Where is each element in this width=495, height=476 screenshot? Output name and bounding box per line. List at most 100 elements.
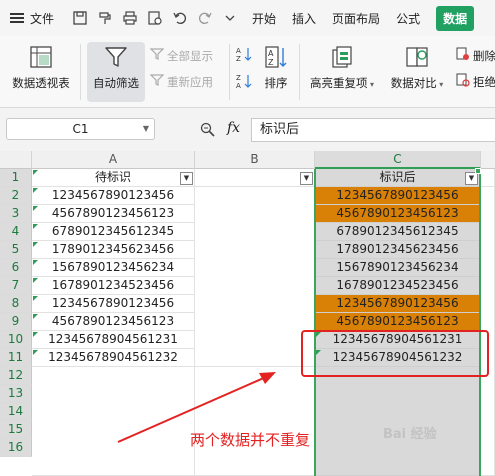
cell-a[interactable]: 12345678904561231 [32, 331, 195, 349]
sort-button[interactable]: AZ 排序 [258, 44, 294, 91]
cell-range-a-empty[interactable] [32, 367, 195, 476]
reapply-button[interactable]: 重新应用 [149, 73, 213, 90]
reject-duplicates-icon [456, 73, 470, 90]
cell-a[interactable]: 4567890123456123 [32, 205, 195, 223]
cell-range-b[interactable] [195, 187, 315, 367]
delete-label: 删除 [473, 48, 495, 63]
redo-icon[interactable] [197, 10, 213, 26]
cell-a[interactable]: 1234567890123456 [32, 187, 195, 205]
row-header[interactable]: 8 [0, 295, 32, 313]
row-header[interactable]: 4 [0, 223, 32, 241]
cell-range-b-empty[interactable] [195, 367, 315, 476]
pivot-table-icon [28, 44, 54, 70]
error-indicator-icon [33, 332, 38, 337]
auto-filter-label: 自动筛选 [93, 76, 139, 90]
row-header[interactable]: 9 [0, 313, 32, 331]
sort-ascending-icon[interactable]: AZ [236, 46, 252, 65]
cell-c[interactable]: 4567890123456123 [315, 313, 481, 331]
filter-dropdown-b[interactable]: ▼ [300, 172, 313, 185]
cell-b1[interactable] [195, 169, 315, 187]
cell-c[interactable]: 1234567890123456 [315, 187, 481, 205]
show-all-label: 全部显示 [167, 48, 213, 63]
cell-c[interactable]: 1678901234523456 [315, 277, 481, 295]
data-compare-button[interactable]: 数据对比 ▾ [384, 44, 450, 91]
row-header[interactable]: 5 [0, 241, 32, 259]
cell-d1[interactable] [481, 169, 495, 187]
spreadsheet-grid: A B C 1 2 3 4 5 6 7 8 9 10 11 12 13 14 1… [0, 151, 495, 476]
select-all-corner[interactable] [0, 151, 32, 169]
cell-c[interactable]: 6789012345612345 [315, 223, 481, 241]
row-header[interactable]: 11 [0, 349, 32, 367]
menu-page-layout[interactable]: 页面布局 [332, 10, 380, 27]
format-painter-icon[interactable] [97, 10, 113, 26]
pivot-table-button[interactable]: 数据透视表 [8, 44, 74, 91]
cell-c[interactable]: 12345678904561232 [315, 349, 481, 367]
error-indicator-icon [33, 260, 38, 265]
cell-a[interactable]: 1567890123456234 [32, 259, 195, 277]
row-header[interactable]: 1 [0, 169, 32, 187]
sort-descending-icon[interactable]: ZA [236, 73, 252, 92]
cell-a[interactable]: 12345678904561232 [32, 349, 195, 367]
highlight-duplicates-button[interactable]: 高亮重复项 ▾ [304, 44, 380, 91]
svg-text:A: A [236, 82, 241, 89]
row-header[interactable]: 15 [0, 421, 32, 439]
file-menu[interactable]: 文件 [30, 10, 54, 27]
column-header-d[interactable] [481, 151, 495, 169]
menu-icon[interactable] [10, 11, 24, 25]
cell-c[interactable]: 1567890123456234 [315, 259, 481, 277]
cell-a1[interactable]: 待标识 [32, 169, 195, 187]
zoom-icon[interactable] [200, 122, 215, 141]
row-header[interactable]: 13 [0, 385, 32, 403]
chevron-down-icon[interactable] [222, 10, 238, 26]
cell-c[interactable]: 4567890123456123 [315, 205, 481, 223]
name-box[interactable]: C1 ▼ [6, 118, 155, 140]
menu-formulas[interactable]: 公式 [396, 10, 420, 27]
print-icon[interactable] [122, 10, 138, 26]
row-header[interactable]: 7 [0, 277, 32, 295]
column-header-b[interactable]: B [195, 151, 315, 169]
show-all-button[interactable]: 全部显示 [149, 47, 213, 64]
menu-insert[interactable]: 插入 [292, 10, 316, 27]
cell-c[interactable]: 12345678904561231 [315, 331, 481, 349]
delete-duplicates-button[interactable]: 删除 [456, 47, 495, 64]
formula-input[interactable]: 标识后 [251, 118, 495, 142]
cell-a[interactable]: 1678901234523456 [32, 277, 195, 295]
reject-duplicates-button[interactable]: 拒绝 [456, 73, 495, 90]
cell-c[interactable]: 1234567890123456 [315, 295, 481, 313]
print-preview-icon[interactable] [147, 10, 163, 26]
menu-data[interactable]: 数据 [436, 5, 475, 31]
delete-duplicates-icon [456, 47, 470, 64]
row-header[interactable]: 6 [0, 259, 32, 277]
cell-reference: C1 [72, 122, 89, 136]
auto-filter-button[interactable]: 自动筛选 [87, 42, 145, 102]
cell-a[interactable]: 1789012345623456 [32, 241, 195, 259]
row-header[interactable]: 14 [0, 403, 32, 421]
row-header[interactable]: 16 [0, 439, 32, 457]
cell-range-c-empty[interactable] [315, 367, 481, 476]
sort-icon: AZ [263, 44, 289, 70]
sort-label: 排序 [264, 76, 288, 90]
cell-range-d[interactable] [481, 187, 495, 476]
cell-a[interactable]: 6789012345612345 [32, 223, 195, 241]
reapply-label: 重新应用 [167, 74, 213, 89]
filter-dropdown-a[interactable]: ▼ [180, 172, 193, 185]
cell-c[interactable]: 1789012345623456 [315, 241, 481, 259]
cell-a[interactable]: 1234567890123456 [32, 295, 195, 313]
error-indicator-icon [33, 278, 38, 283]
row-header[interactable]: 12 [0, 367, 32, 385]
undo-icon[interactable] [172, 10, 188, 26]
cell-a[interactable]: 4567890123456123 [32, 313, 195, 331]
chevron-down-icon[interactable]: ▼ [143, 119, 149, 139]
highlight-duplicates-icon [329, 44, 355, 70]
menu-home[interactable]: 开始 [252, 10, 276, 27]
row-header[interactable]: 2 [0, 187, 32, 205]
column-header-a[interactable]: A [32, 151, 195, 169]
save-icon[interactable] [72, 10, 88, 26]
fill-handle[interactable] [475, 168, 481, 174]
column-header-c[interactable]: C [315, 151, 481, 169]
function-icon[interactable]: fx [227, 120, 240, 136]
row-header[interactable]: 10 [0, 331, 32, 349]
formula-bar: C1 ▼ fx 标识后 [0, 108, 495, 148]
row-header[interactable]: 3 [0, 205, 32, 223]
cell-c1[interactable]: 标识后 [315, 169, 481, 187]
